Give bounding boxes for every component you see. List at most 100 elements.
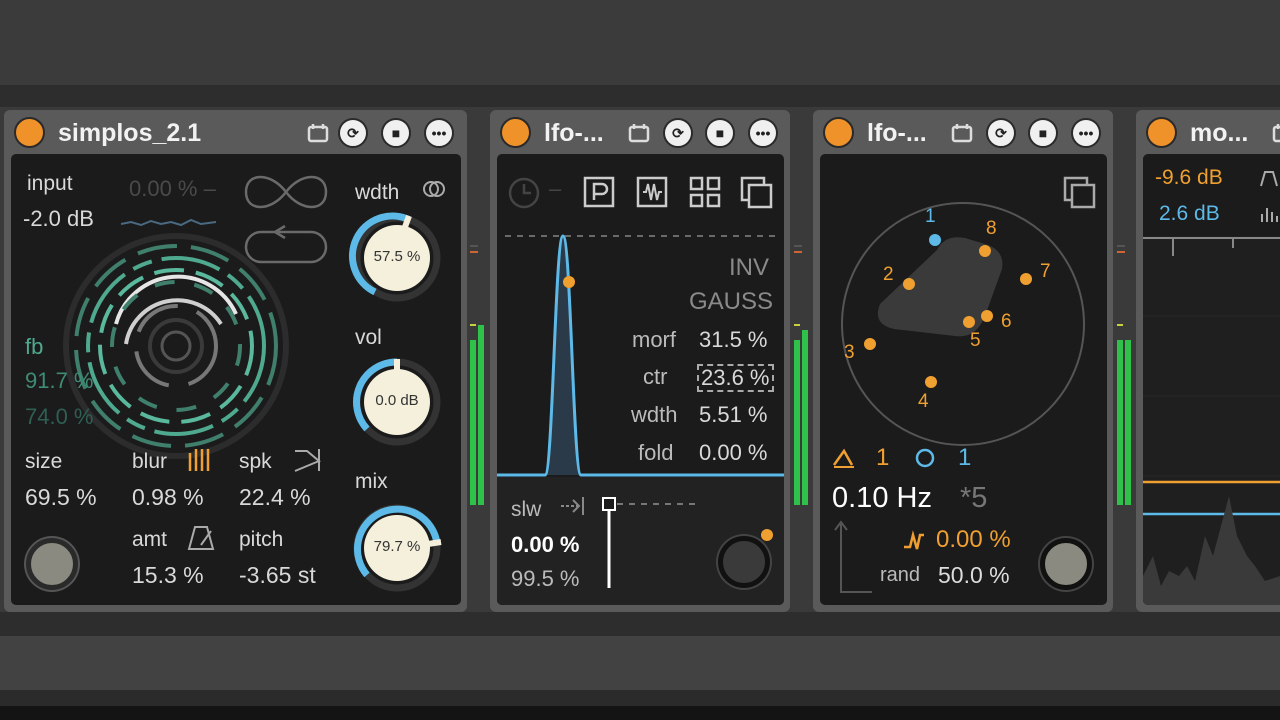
device-header: mo... xyxy=(1136,110,1280,154)
more-icon[interactable]: ••• xyxy=(1071,118,1101,148)
slew-arrow-icon[interactable] xyxy=(559,494,587,518)
metronome-icon[interactable] xyxy=(187,525,215,551)
refresh-icon[interactable]: ⟳ xyxy=(986,118,1016,148)
save-icon[interactable]: ■ xyxy=(381,118,411,148)
save-icon[interactable]: ■ xyxy=(1028,118,1058,148)
more-icon[interactable]: ••• xyxy=(424,118,454,148)
blur-bars-icon[interactable] xyxy=(187,447,215,473)
point-8 xyxy=(979,245,991,257)
slew-slider[interactable] xyxy=(601,497,701,588)
spk-value[interactable]: 22.4 % xyxy=(239,484,311,511)
device-body: input -2.0 dB 0.00 % – fb 91.7 % 74.0 % … xyxy=(11,154,461,605)
more-icon[interactable]: ••• xyxy=(748,118,778,148)
point-label-1: 1 xyxy=(925,206,936,227)
device-power-button[interactable] xyxy=(14,117,45,148)
slw-value[interactable]: 0.00 % xyxy=(511,532,580,558)
fold-label: fold xyxy=(638,440,674,465)
level-db-1[interactable]: -9.6 dB xyxy=(1155,166,1223,190)
triangle-icon[interactable] xyxy=(832,447,856,469)
modulation-display[interactable] xyxy=(1143,236,1280,605)
calendar-icon[interactable] xyxy=(303,118,333,148)
p-icon[interactable] xyxy=(583,176,615,208)
device1-bottom-button[interactable] xyxy=(26,538,78,590)
point-label-5: 5 xyxy=(970,330,981,351)
vol-knob[interactable]: 0.0 dB xyxy=(352,357,442,447)
meter-top-marker xyxy=(1117,324,1123,326)
slw-value-2[interactable]: 99.5 % xyxy=(511,566,580,592)
circle-icon[interactable] xyxy=(914,447,936,469)
fb-label: fb xyxy=(25,334,44,359)
calendar-icon[interactable] xyxy=(624,118,654,148)
point-1 xyxy=(929,234,941,246)
rate-multiplier[interactable]: *5 xyxy=(960,482,987,515)
device3-bottom-button[interactable] xyxy=(1040,538,1092,590)
spike-icon[interactable] xyxy=(293,447,323,473)
calendar-icon[interactable] xyxy=(947,118,977,148)
fb-value-2[interactable]: 74.0 % xyxy=(25,404,94,430)
infinity-icon[interactable] xyxy=(241,172,331,212)
device-power-button[interactable] xyxy=(1146,117,1177,148)
circle-count[interactable]: 1 xyxy=(958,444,971,472)
grid-icon[interactable] xyxy=(689,176,721,208)
waveform-icon[interactable] xyxy=(636,176,668,208)
point-map-display[interactable] xyxy=(820,154,1107,446)
device-body: 1 2 3 4 5 6 7 8 1 1 0.10 Hz *5 0.00 % ra… xyxy=(820,154,1107,605)
wave-value[interactable]: 0.00 % xyxy=(936,526,1011,554)
pitch-value[interactable]: -3.65 st xyxy=(239,562,316,589)
device-power-button[interactable] xyxy=(823,117,854,148)
morf-value[interactable]: 31.5 % xyxy=(699,327,768,353)
size-label: size xyxy=(25,450,63,473)
device-body: -9.6 dB 2.6 dB xyxy=(1143,154,1280,605)
copy-icon[interactable] xyxy=(740,176,774,210)
point-4 xyxy=(925,376,937,388)
wave-icon[interactable] xyxy=(902,529,928,553)
point-label-4: 4 xyxy=(918,391,929,412)
level-db-2[interactable]: 2.6 dB xyxy=(1159,202,1220,226)
meter-top-marker xyxy=(794,324,800,326)
device-chain-footer xyxy=(0,612,1280,636)
inv-label[interactable]: INV xyxy=(729,254,769,282)
device2-bottom-button[interactable] xyxy=(718,536,770,588)
rand-value[interactable]: 50.0 % xyxy=(938,562,1010,589)
envelope-icon[interactable] xyxy=(1259,168,1279,188)
blur-label: blur xyxy=(132,450,168,473)
device-header: simplos_2.1 ⟳ ■ ••• xyxy=(4,110,467,154)
point-label-8: 8 xyxy=(986,218,997,239)
mix-knob[interactable]: 79.7 % xyxy=(352,503,442,593)
amt-value[interactable]: 15.3 % xyxy=(132,562,204,589)
wdth-value: 57.5 % xyxy=(373,248,421,265)
rate-bracket xyxy=(834,520,872,593)
device-body: – INV GAUSS morf 31.5 % ctr 23.6 % wdth … xyxy=(497,154,784,605)
size-value[interactable]: 69.5 % xyxy=(25,484,97,511)
refresh-icon[interactable]: ⟳ xyxy=(338,118,368,148)
meter-marker xyxy=(794,245,802,247)
fold-value[interactable]: 0.00 % xyxy=(699,440,768,466)
wdth-value[interactable]: 5.51 % xyxy=(699,402,768,428)
fb-value-1[interactable]: 91.7 % xyxy=(25,368,94,394)
gauss-label[interactable]: GAUSS xyxy=(689,288,773,316)
point-label-3: 3 xyxy=(844,342,855,363)
calendar-icon[interactable] xyxy=(1268,118,1280,148)
device-lfo-1: lfo-... ⟳ ■ ••• – INV GAUSS morf 31.5 % … xyxy=(490,110,790,612)
wdth-label: wdth xyxy=(355,181,400,204)
point-3 xyxy=(864,338,876,350)
status-bar-edge xyxy=(0,706,1280,720)
amt-label: amt xyxy=(132,528,168,551)
spk-label: spk xyxy=(239,450,272,473)
triangle-count[interactable]: 1 xyxy=(876,444,889,472)
point-2 xyxy=(903,278,915,290)
ctr-value[interactable]: 23.6 % xyxy=(697,364,774,392)
save-icon[interactable]: ■ xyxy=(705,118,735,148)
spiral-visualizer[interactable] xyxy=(56,233,296,474)
clock-icon[interactable] xyxy=(507,176,541,210)
refresh-icon[interactable]: ⟳ xyxy=(663,118,693,148)
blur-value[interactable]: 0.98 % xyxy=(132,484,204,511)
device-power-button[interactable] xyxy=(500,117,531,148)
wdth-knob[interactable]: 57.5 % xyxy=(349,212,442,303)
rand-label: rand xyxy=(880,564,921,586)
slw-label: slw xyxy=(511,498,542,521)
spectrum-icon[interactable] xyxy=(1259,204,1279,224)
rate-value[interactable]: 0.10 Hz xyxy=(832,482,932,515)
input-value[interactable]: -2.0 dB xyxy=(23,206,94,232)
morf-label: morf xyxy=(632,327,676,352)
